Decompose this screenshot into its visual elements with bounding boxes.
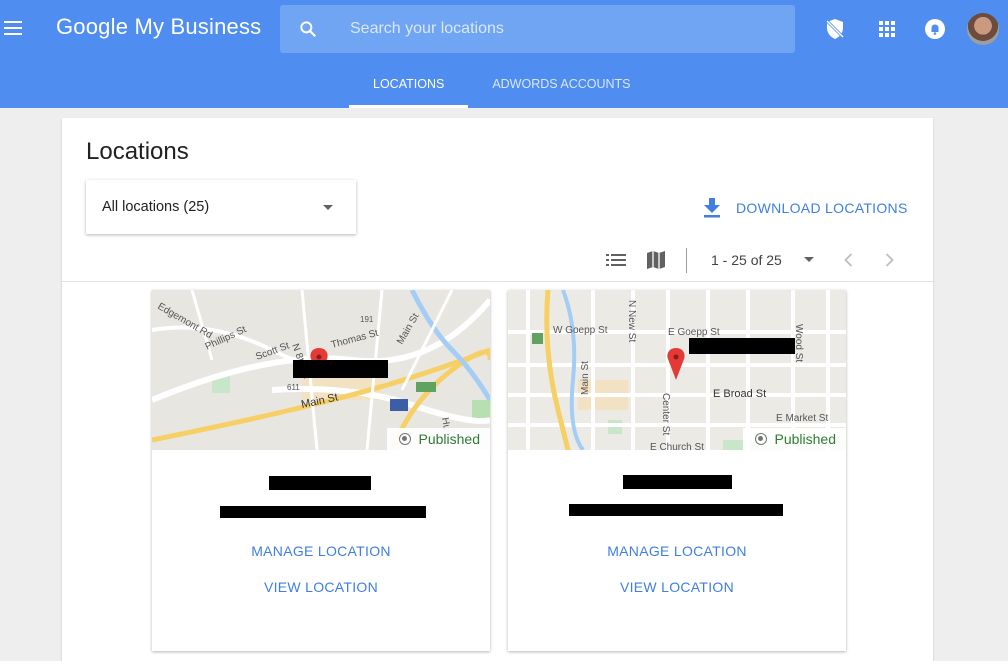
chevron-right-icon[interactable] <box>881 252 897 268</box>
map-label: E Church St <box>650 442 704 450</box>
status-label: Published <box>774 431 837 447</box>
panel-divider <box>62 281 933 282</box>
location-map[interactable]: W Goepp St N New St E Goepp St Wood St M… <box>508 290 846 450</box>
search-icon[interactable] <box>298 19 318 39</box>
filter-selected-value: All locations (25) <box>102 199 210 215</box>
download-locations-label: DOWNLOAD LOCATIONS <box>736 200 908 216</box>
manage-location-button[interactable]: MANAGE LOCATION <box>508 543 846 559</box>
shield-icon[interactable] <box>823 17 847 41</box>
apps-icon[interactable] <box>875 17 899 41</box>
status-badge: Published <box>386 428 490 450</box>
tab-locations[interactable]: LOCATIONS <box>349 62 469 108</box>
download-icon <box>704 198 720 218</box>
map-label: Main St <box>580 361 591 395</box>
brand-logo[interactable]: Google My Business <box>56 14 261 40</box>
avatar[interactable] <box>967 13 999 45</box>
status-dot-icon <box>754 433 767 445</box>
tab-adwords-accounts[interactable]: ADWORDS ACCOUNTS <box>468 62 654 108</box>
map-image: W Goepp St N New St E Goepp St Wood St M… <box>508 290 846 450</box>
location-card: W Goepp St N New St E Goepp St Wood St M… <box>508 290 846 651</box>
map-label: 191 <box>360 315 374 324</box>
redacted-location-address <box>569 504 783 516</box>
list-view-icon[interactable] <box>604 248 628 272</box>
toolbar-divider <box>686 248 687 273</box>
location-card: Edgemont Rd Phillips St Scott St N 8th S… <box>152 290 490 651</box>
redacted-location-name <box>269 476 371 490</box>
redacted-location-name <box>623 475 732 489</box>
map-label: W Goepp St <box>553 325 608 336</box>
locations-filter-dropdown[interactable]: All locations (25) <box>86 180 356 234</box>
redacted-location-address <box>220 506 426 518</box>
caret-down-icon <box>323 205 333 210</box>
notifications-icon[interactable] <box>923 17 947 41</box>
redacted-map-label <box>293 360 388 378</box>
chevron-left-icon[interactable] <box>841 252 857 268</box>
view-location-button[interactable]: VIEW LOCATION <box>152 579 490 595</box>
map-label: Center St <box>660 393 671 435</box>
status-label: Published <box>418 431 481 447</box>
manage-location-button[interactable]: MANAGE LOCATION <box>152 543 490 559</box>
map-view-icon[interactable] <box>644 248 668 272</box>
search-box[interactable] <box>280 5 795 53</box>
app-bar: Google My Business LOCATIONS ADWORDS ACC… <box>0 0 1008 108</box>
menu-icon[interactable] <box>2 17 24 39</box>
map-label: 611 <box>287 383 300 392</box>
map-label: E Broad St <box>713 388 766 400</box>
tab-bar: LOCATIONS ADWORDS ACCOUNTS <box>349 62 655 108</box>
status-badge: Published <box>742 428 846 450</box>
view-location-button[interactable]: VIEW LOCATION <box>508 579 846 595</box>
redacted-map-label <box>689 338 795 354</box>
map-label: N New St <box>626 300 637 342</box>
map-label: E Goepp St <box>668 327 720 338</box>
pagination-range[interactable]: 1 - 25 of 25 <box>711 252 782 268</box>
map-label: E Market St <box>776 413 828 424</box>
download-locations-button[interactable]: DOWNLOAD LOCATIONS <box>702 196 908 220</box>
search-input[interactable] <box>350 17 770 41</box>
status-dot-icon <box>398 433 411 445</box>
page-title: Locations <box>86 138 189 165</box>
page-size-caret-icon[interactable] <box>804 257 814 262</box>
